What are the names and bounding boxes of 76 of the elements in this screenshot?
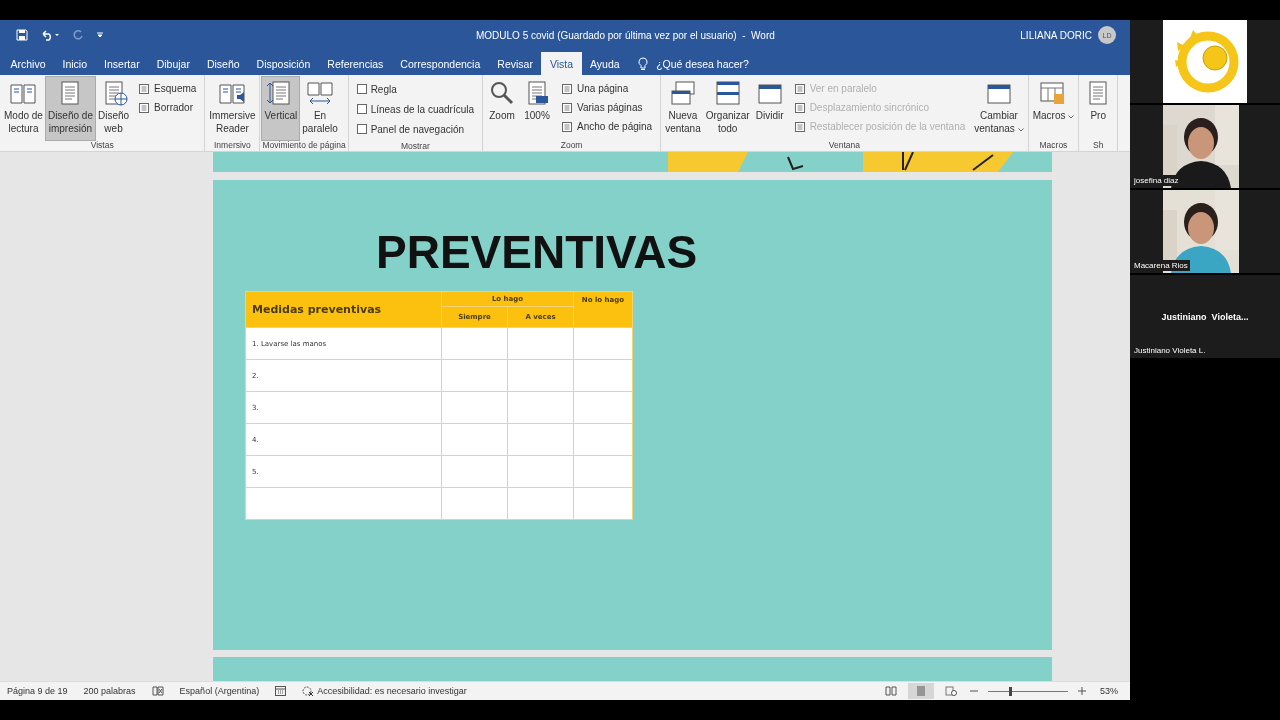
page-heading: PREVENTIVAS: [376, 228, 698, 276]
window-title: MODULO 5 covid (Guardado por última vez por el usuario) - Word: [476, 29, 775, 41]
ribbon-button[interactable]: Macros: [1030, 77, 1077, 141]
column-header: Medidas preventivas: [245, 291, 442, 328]
page-icon: [561, 82, 574, 95]
ribbon-tab[interactable]: Referencias: [318, 52, 392, 75]
accessibility-icon: [302, 685, 315, 697]
ribbon-tab[interactable]: Vista: [541, 52, 582, 75]
ribbon-button[interactable]: Immersive Reader: [207, 77, 258, 141]
status-text[interactable]: Página 9 de 19: [7, 686, 68, 696]
user-name: LILIANA DORIC: [1020, 29, 1092, 41]
ribbon-button[interactable]: Nueva ventana: [663, 77, 703, 141]
participant-name: josefina diaz: [1132, 175, 1181, 186]
tell-me-search[interactable]: ¿Qué desea hacer?: [628, 52, 749, 75]
checkbox-option[interactable]: Regla: [354, 80, 477, 98]
customize-icon[interactable]: [96, 31, 104, 39]
page-icon: [793, 82, 806, 95]
ribbon-button[interactable]: Organizar todo: [703, 77, 752, 141]
macro-recorder-icon[interactable]: [275, 686, 287, 696]
participant-name: Justiniano Violeta L.: [1132, 345, 1208, 356]
group-label: Vistas: [89, 140, 115, 151]
ribbon-tab[interactable]: Correspondencia: [391, 52, 489, 75]
proofing-icon[interactable]: [151, 686, 164, 696]
ribbon-small-button[interactable]: Varias páginas: [559, 99, 655, 116]
zoom-level[interactable]: 53%: [1100, 686, 1118, 696]
page-lines-icon: [915, 686, 927, 696]
redo-icon: [72, 29, 84, 41]
ribbon-tab[interactable]: Dibujar: [148, 52, 199, 75]
status-text[interactable]: 200 palabras: [83, 686, 136, 696]
ribbon-button[interactable]: Dividir: [752, 77, 787, 141]
ribbon-tab[interactable]: Archivo: [2, 52, 54, 75]
group-label: Sh: [1092, 140, 1105, 151]
ribbon-button[interactable]: Diseño de impresión: [45, 77, 95, 141]
page-icon: [138, 82, 151, 95]
web-page-icon: [945, 686, 957, 696]
lightbulb-icon: [638, 56, 649, 71]
participant-display-name: Justiniano Violeta...: [1161, 311, 1249, 322]
group-label: Mostrar: [399, 141, 431, 151]
ribbon-tab[interactable]: Insertar: [95, 52, 149, 75]
group-label: Inmersivo: [213, 140, 252, 151]
page-icon: [138, 101, 151, 114]
ribbon-tab[interactable]: Revisar: [488, 52, 542, 75]
ribbon-button[interactable]: Vertical: [262, 77, 300, 141]
checkbox-option[interactable]: Líneas de la cuadrícula: [354, 100, 477, 118]
page-icon: [793, 101, 806, 114]
ribbon-tab[interactable]: Inicio: [54, 52, 96, 75]
page-icon: [793, 120, 806, 133]
accessibility-status[interactable]: Accesibilidad: es necesario investigar: [302, 685, 467, 697]
ribbon-small-button[interactable]: Esquema: [136, 80, 199, 97]
participant-name: Macarena Rios: [1132, 260, 1190, 271]
ribbon-tab[interactable]: Ayuda: [581, 52, 629, 75]
ribbon-small-button[interactable]: Borrador: [136, 99, 199, 116]
ribbon-button[interactable]: 100%: [520, 77, 555, 141]
group-label: Ventana: [827, 140, 861, 151]
ribbon-button[interactable]: Pro: [1081, 77, 1116, 141]
ribbon-button[interactable]: En paralelo: [300, 77, 340, 141]
ribbon-button[interactable]: Cambiar ventanas: [972, 77, 1026, 141]
ribbon-small-button[interactable]: Ancho de página: [559, 118, 655, 135]
group-label: Movimiento de página: [262, 140, 346, 151]
status-text[interactable]: Español (Argentina): [179, 686, 260, 696]
ribbon-tab[interactable]: Diseño: [198, 52, 249, 75]
ribbon-button[interactable]: Modo de lectura: [2, 77, 45, 141]
group-label: Macros: [1038, 140, 1069, 151]
ribbon-icon: [305, 79, 336, 107]
undo-icon[interactable]: [40, 29, 60, 41]
ribbon-small-button[interactable]: Una página: [559, 80, 655, 97]
page-icon: [561, 120, 574, 133]
save-icon[interactable]: [16, 29, 28, 41]
page-icon: [561, 101, 574, 114]
book-icon: [885, 686, 897, 696]
ribbon-button[interactable]: Diseño web: [95, 77, 132, 141]
zoom-in-icon[interactable]: [1076, 687, 1088, 695]
checkbox-option[interactable]: Panel de navegación: [354, 120, 477, 138]
group-label: Zoom: [559, 140, 584, 151]
ribbon-tab[interactable]: Disposición: [248, 52, 319, 75]
ribbon-button[interactable]: Zoom: [485, 77, 520, 141]
